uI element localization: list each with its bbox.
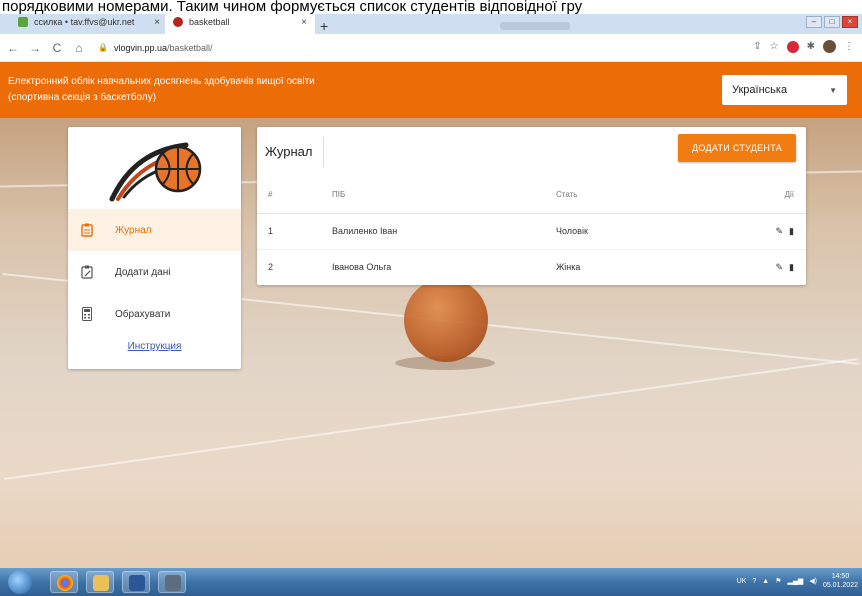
floor-line (4, 358, 858, 480)
column-header-name: ПІБ (332, 177, 556, 214)
input-language[interactable]: UK (737, 578, 747, 585)
reload-icon[interactable]: C (48, 41, 66, 55)
maximize-button[interactable]: □ (824, 16, 840, 28)
delete-trash-icon[interactable]: ▮ (789, 226, 794, 237)
help-icon[interactable]: ? (752, 578, 756, 585)
url-path: /basketball/ (167, 42, 213, 53)
clipboard-edit-icon (80, 265, 94, 279)
app-title-line1: Електронний облік навчальних досягнень з… (8, 76, 315, 87)
cell-sex: Чоловік (556, 213, 736, 250)
taskbar-calculator[interactable] (158, 571, 186, 593)
minimize-button[interactable]: – (806, 16, 822, 28)
browser-address-bar: ← → C ⌂ 🔒 vlogvin.pp.ua/basketball/ ⇪ ☆ … (0, 34, 862, 62)
taskbar-word[interactable] (122, 571, 150, 593)
title-divider (323, 137, 324, 167)
lock-icon: 🔒 (98, 43, 108, 52)
menu-dots-icon[interactable]: ⋮ (844, 41, 854, 52)
star-icon[interactable]: ☆ (770, 41, 779, 52)
column-header-actions: Дії (736, 177, 806, 214)
taskbar-chrome[interactable] (50, 571, 78, 593)
page-title: Журнал (265, 144, 313, 159)
url-host: vlogvin.pp.ua (113, 42, 168, 53)
tab-label: basketball (189, 17, 230, 27)
clock[interactable]: 14:50 05.01.2022 (823, 572, 858, 590)
windows-taskbar: UK ? ▲ ⚑ ▂▄▆ ◀) 14:50 05.01.2022 (0, 568, 862, 596)
language-value: Українська (732, 84, 788, 96)
close-icon[interactable]: × (154, 17, 160, 28)
column-header-sex: Стать (556, 177, 736, 214)
sidebar-item-label: Обрахувати (115, 308, 171, 320)
sidebar-item-calculate[interactable]: Обрахувати (68, 293, 241, 335)
basketball-logo-icon (109, 142, 202, 202)
sidebar-card: Журнал Додати дані Обрахувати Инструкция (68, 127, 241, 369)
cell-actions: ✎ ▮ (736, 213, 806, 250)
cell-sex: Жінка (556, 262, 581, 273)
add-student-button[interactable]: ДОДАТИ СТУДЕНТА (678, 134, 796, 162)
folder-icon (93, 575, 109, 591)
share-icon[interactable]: ⇪ (753, 41, 761, 52)
cell-actions: ✎ ▮ (736, 249, 806, 285)
table-row: 2 Іванова Ольга Жінка ✎ ▮ (257, 249, 806, 285)
mail-favicon-icon (18, 17, 28, 27)
delete-trash-icon[interactable]: ▮ (789, 262, 794, 273)
table-header-row: # ПІБ Стать Дії (257, 177, 806, 214)
puzzle-icon[interactable]: ✱ (807, 41, 815, 52)
language-select[interactable]: Українська ▼ (722, 75, 847, 105)
app-title-line2: (спортивна секція з баскетболу) (8, 92, 157, 103)
system-tray: UK ? ▲ ⚑ ▂▄▆ ◀) 14:50 05.01.2022 (737, 572, 858, 590)
instruction-link[interactable]: Инструкция (68, 341, 241, 352)
sidebar-menu: Журнал Додати дані Обрахувати Инструкция (68, 209, 241, 352)
cell-number: 2 (268, 262, 274, 273)
tray-arrow-icon[interactable]: ▲ (762, 578, 769, 585)
close-icon[interactable]: × (301, 17, 307, 28)
blurred-region (500, 22, 570, 30)
home-icon[interactable]: ⌂ (70, 41, 88, 55)
network-icon[interactable]: ▂▄▆ (788, 577, 804, 585)
flag-icon[interactable]: ⚑ (775, 577, 781, 585)
clock-time: 14:50 (831, 573, 850, 580)
basketball-favicon-icon (173, 17, 183, 27)
cell-number: 1 (257, 213, 332, 250)
volume-icon[interactable]: ◀) (809, 577, 817, 585)
word-icon (129, 575, 145, 591)
journal-card: Журнал ДОДАТИ СТУДЕНТА # ПІБ Стать Дії 1… (257, 127, 806, 285)
basketball-image (404, 278, 488, 362)
app-header: Електронний облік навчальних досягнень з… (0, 62, 862, 118)
adblock-icon[interactable] (786, 40, 799, 53)
clipboard-icon (80, 223, 94, 237)
edit-pencil-icon[interactable]: ✎ (776, 262, 784, 273)
url-field[interactable]: 🔒 vlogvin.pp.ua/basketball/ (98, 43, 213, 53)
forward-arrow-icon[interactable]: → (26, 41, 44, 55)
edit-pencil-icon[interactable]: ✎ (776, 226, 784, 237)
chevron-down-icon: ▼ (829, 85, 837, 95)
window-close-button[interactable]: × (842, 16, 858, 28)
cell-name: Валиленко Іван (332, 213, 556, 250)
sidebar-item-journal[interactable]: Журнал (68, 209, 241, 251)
new-tab-button[interactable]: + (320, 18, 328, 34)
document-caption: порядковими номерами. Таким чином формує… (0, 0, 862, 14)
sidebar-item-label: Журнал (115, 224, 152, 236)
window-controls: – □ × (806, 16, 858, 28)
tab-label: ссилка • tav.ffvs@ukr.net (34, 17, 135, 27)
table-row: 1 Валиленко Іван Чоловік ✎ ▮ (257, 213, 806, 250)
start-button[interactable] (8, 570, 32, 594)
taskbar-explorer[interactable] (86, 571, 114, 593)
app-title: Електронний облік навчальних досягнень з… (8, 74, 315, 106)
clock-date: 05.01.2022 (822, 582, 858, 589)
back-arrow-icon[interactable]: ← (4, 41, 22, 55)
column-header-number: # (257, 177, 332, 214)
profile-avatar-icon[interactable] (823, 40, 836, 53)
students-table: # ПІБ Стать Дії 1 Валиленко Іван Чоловік… (257, 177, 806, 285)
cell-name: Іванова Ольга (332, 262, 392, 273)
sidebar-item-add-data[interactable]: Додати дані (68, 251, 241, 293)
calculator-app-icon (165, 575, 181, 591)
chrome-icon (57, 575, 73, 591)
extensions-area: ⇪ ☆ ✱ ⋮ (753, 40, 854, 53)
calculator-icon (80, 307, 94, 321)
sidebar-item-label: Додати дані (115, 266, 171, 278)
